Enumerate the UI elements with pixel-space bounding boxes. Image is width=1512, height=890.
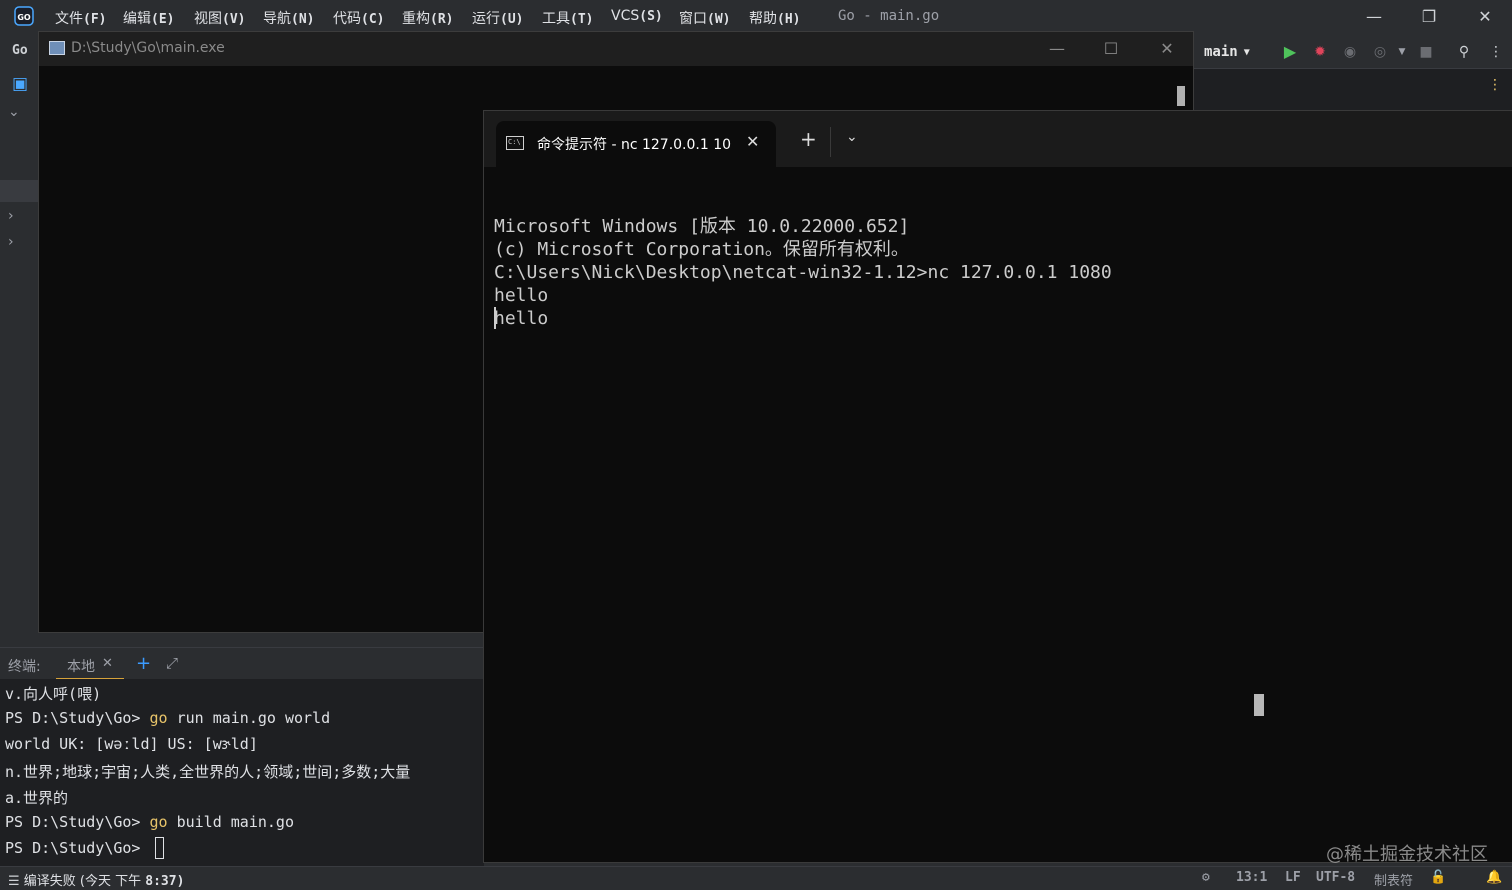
close-button[interactable]: ✕: [1147, 36, 1187, 62]
terminal-line: PS D:\Study\Go> go build main.go: [5, 813, 294, 831]
chevron-right-icon[interactable]: ›: [8, 234, 14, 250]
stop-icon[interactable]: ■: [1416, 42, 1436, 62]
minimize-button[interactable]: —: [1037, 36, 1077, 62]
menu-item[interactable]: 重构(R): [402, 8, 453, 28]
more-icon[interactable]: ⋮: [1486, 42, 1506, 62]
watermark: @稀土掘金技术社区: [1326, 844, 1488, 865]
console-app-icon: [49, 41, 65, 55]
scrollbar-thumb[interactable]: [1177, 86, 1185, 106]
menu-item[interactable]: 工具(T): [542, 8, 593, 28]
statusbar: ☰ 编译失败 (今天 下午 8:37) ⚙ 13:1 LF UTF-8 制表符 …: [0, 866, 1512, 890]
terminal-tab-local[interactable]: 本地 ✕: [56, 648, 124, 680]
menu-item[interactable]: 编辑(E): [123, 8, 174, 28]
scrollbar-thumb[interactable]: [1254, 694, 1264, 716]
divider: [830, 127, 831, 157]
cmd-output[interactable]: Microsoft Windows [版本 10.0.22000.652] (c)…: [494, 169, 1112, 376]
tool-window-strip: ▣ ⌄ › ›: [0, 68, 38, 648]
new-tab-icon[interactable]: +: [800, 127, 817, 151]
terminal-header: 终端: 本地 ✕ + ⤢: [0, 647, 484, 680]
add-icon[interactable]: +: [136, 653, 151, 674]
maximize-button[interactable]: ☐: [1091, 36, 1131, 62]
exe-titlebar: D:\Study\Go\main.exe — ☐ ✕: [39, 32, 1193, 66]
profile-icon[interactable]: ◎: [1370, 42, 1390, 62]
run-config-label: main: [1204, 44, 1238, 60]
build-status[interactable]: ☰ 编译失败 (今天 下午 8:37): [8, 870, 184, 889]
cmd-line: C:\Users\Nick\Desktop\netcat-win32-1.12>…: [494, 262, 1112, 283]
close-icon[interactable]: ✕: [746, 132, 759, 151]
notifications-icon[interactable]: 🔔: [1486, 870, 1502, 885]
terminal-line: world UK: [wəːld] US: [wɝld]: [5, 735, 258, 753]
debug-icon[interactable]: ✹: [1310, 42, 1330, 62]
project-label[interactable]: Go: [12, 43, 28, 58]
project-folder-icon[interactable]: ▣: [12, 74, 28, 94]
menu-item[interactable]: 帮助(H): [749, 8, 800, 28]
terminal-cursor: [155, 837, 164, 859]
terminal-label: 终端:: [8, 659, 41, 675]
window-title: Go - main.go: [838, 8, 940, 24]
file-encoding[interactable]: UTF-8: [1316, 870, 1355, 885]
chevron-down-icon[interactable]: ▼: [1392, 42, 1412, 62]
cmd-cursor: [494, 307, 496, 329]
menu-item[interactable]: 视图(V): [194, 8, 245, 28]
cmd-line: hello: [494, 308, 549, 329]
chevron-down-icon: ▼: [1243, 46, 1250, 58]
cmd-prompt-icon: C:\: [506, 136, 524, 150]
expand-icon[interactable]: ⤢: [166, 654, 178, 672]
build-failed-icon: ☰: [8, 874, 20, 889]
copilot-icon[interactable]: ⚙: [1202, 870, 1210, 885]
menu-item[interactable]: 导航(N): [263, 8, 314, 28]
line-separator[interactable]: LF: [1285, 870, 1301, 885]
more-icon[interactable]: ⋮: [1488, 77, 1502, 93]
menu-item[interactable]: 文件(F): [55, 8, 106, 28]
terminal-output[interactable]: v.向人呼(喂) PS D:\Study\Go> go run main.go …: [0, 679, 484, 866]
selected-row: [0, 180, 38, 202]
run-icon[interactable]: ▶: [1280, 42, 1300, 62]
chevron-right-icon[interactable]: ›: [8, 208, 14, 224]
restore-button[interactable]: ❐: [1414, 6, 1444, 28]
lock-icon[interactable]: 🔓: [1430, 870, 1446, 885]
menu-item[interactable]: 代码(C): [333, 8, 384, 28]
terminal-line: a.世界的: [5, 789, 69, 807]
terminal-line: PS D:\Study\Go> go run main.go world: [5, 709, 331, 727]
cmd-line: hello: [494, 285, 549, 306]
terminal-line: n.世界;地球;宇宙;人类,全世界的人;领域;世间;多数;大量: [5, 763, 411, 781]
indent-setting[interactable]: 制表符: [1374, 870, 1413, 889]
menu-item[interactable]: 运行(U): [472, 8, 523, 28]
terminal-line: v.向人呼(喂): [5, 685, 102, 703]
cmd-terminal-window: C:\ 命令提示符 - nc 127.0.0.1 1080 ✕ + ⌄ Micr…: [483, 110, 1512, 863]
goland-logo-icon: GO: [14, 6, 34, 26]
coverage-icon[interactable]: ◉: [1340, 42, 1360, 62]
cmd-tabbar: C:\ 命令提示符 - nc 127.0.0.1 1080 ✕ + ⌄: [484, 111, 1512, 167]
chevron-down-icon[interactable]: ⌄: [8, 104, 20, 120]
menu-item[interactable]: VCS(S): [611, 8, 663, 24]
menu-item[interactable]: 窗口(W): [679, 8, 730, 28]
exe-title: D:\Study\Go\main.exe: [71, 40, 225, 56]
chevron-down-icon[interactable]: ⌄: [846, 129, 858, 145]
search-icon[interactable]: ⚲: [1454, 42, 1474, 62]
editor-area: ⋮: [1192, 68, 1512, 113]
cmd-tab[interactable]: C:\ 命令提示符 - nc 127.0.0.1 1080 ✕: [496, 121, 776, 167]
cmd-line: Microsoft Windows [版本 10.0.22000.652]: [494, 216, 910, 237]
svg-text:GO: GO: [17, 13, 31, 22]
terminal-tab-label: 本地: [67, 659, 95, 675]
cmd-line: (c) Microsoft Corporation。保留所有权利。: [494, 239, 909, 260]
minimize-button[interactable]: —: [1359, 6, 1389, 28]
run-config-selector[interactable]: main ▼: [1192, 42, 1250, 62]
terminal-line: PS D:\Study\Go>: [5, 839, 150, 857]
close-button[interactable]: ✕: [1470, 6, 1500, 28]
cmd-tab-title: 命令提示符 - nc 127.0.0.1 1080: [537, 137, 731, 153]
ide-titlebar: GO 文件(F) 编辑(E) 视图(V) 导航(N) 代码(C) 重构(R) 运行(U) 工具…: [0, 0, 1512, 34]
close-icon[interactable]: ✕: [102, 656, 113, 671]
caret-position[interactable]: 13:1: [1236, 870, 1267, 885]
